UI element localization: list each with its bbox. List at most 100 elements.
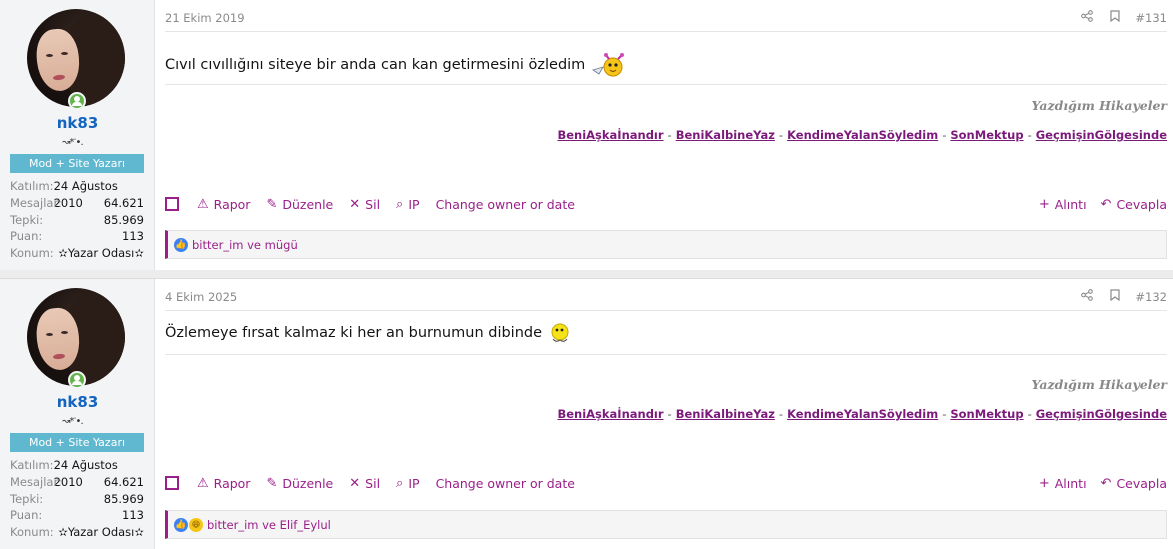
change-owner-button[interactable]: Change owner or date <box>436 197 575 212</box>
post-body: 4 Ekim 2025 #132 Özlemeye fırsat kalmaz … <box>155 279 1173 549</box>
reply-icon: ↶ <box>1100 196 1112 212</box>
signature-link[interactable]: SonMektup <box>950 128 1023 142</box>
chick-smiley-icon <box>548 321 572 345</box>
report-button[interactable]: ⚠ Rapor <box>197 197 250 212</box>
stat-value: 64.621 <box>103 195 144 210</box>
plus-icon: + <box>1038 475 1050 491</box>
signature-title: Yazdığım Hikayeler <box>1031 98 1167 113</box>
post-132: nk83 ↝*ॱ•. Mod + Site Yazarı Katılım: 24 … <box>0 278 1173 549</box>
user-panel: nk83 ↝*ॱ•. Mod + Site Yazarı Katılım: 24 … <box>0 0 155 270</box>
stat-value: 24 Ağustos 2010 <box>53 458 118 489</box>
reply-icon: ↶ <box>1100 475 1112 491</box>
post-message: Cıvıl cıvıllığını siteye bir anda can ka… <box>165 50 627 80</box>
reply-button[interactable]: ↶ Cevapla <box>1101 476 1167 491</box>
edit-label: Düzenle <box>282 475 334 491</box>
stat-value: 113 <box>122 229 144 244</box>
post-date[interactable]: 4 Ekim 2025 <box>165 290 237 304</box>
delete-label: Sil <box>365 196 381 212</box>
reactions-text[interactable]: bitter_im ve Elif_Eylul <box>207 518 331 532</box>
reactions-text[interactable]: bitter_im ve mügü <box>192 238 298 252</box>
signature-link[interactable]: BeniAşkaİnandır <box>557 407 663 421</box>
quote-label: Alıntı <box>1054 196 1087 212</box>
post-number[interactable]: #132 <box>1129 290 1167 304</box>
reply-label: Cevapla <box>1116 475 1167 491</box>
post-number[interactable]: #131 <box>1129 11 1167 25</box>
plus-icon: + <box>1038 196 1050 212</box>
change-owner-button[interactable]: Change owner or date <box>436 476 575 491</box>
quote-button[interactable]: + Alıntı <box>1039 197 1087 212</box>
stat-label: Katılım: <box>10 179 54 193</box>
change-owner-label: Change owner or date <box>435 475 575 491</box>
like-icon: 👍 <box>174 517 188 532</box>
reactions-bar[interactable]: 👍 😆 bitter_im ve Elif_Eylul <box>165 510 1167 539</box>
signature-link[interactable]: GeçmişinGölgesinde <box>1036 407 1167 421</box>
like-icon: 👍 <box>174 237 188 252</box>
pencil-icon: ✎ <box>266 475 278 491</box>
post-date[interactable]: 21 Ekim 2019 <box>165 11 245 25</box>
stat-value: 64.621 <box>103 474 144 489</box>
signature-link[interactable]: GeçmişinGölgesinde <box>1036 128 1167 142</box>
select-post-checkbox[interactable] <box>165 476 179 490</box>
warning-icon: ⚠ <box>197 475 209 491</box>
post-toolbar: #132 <box>1073 289 1167 304</box>
signature-link[interactable]: BeniKalbineYaz <box>676 128 775 142</box>
signature-link[interactable]: KendimeYalanSöyledim <box>787 407 938 421</box>
stat-value: 24 Ağustos 2010 <box>53 179 118 210</box>
close-icon: ✕ <box>349 475 361 491</box>
signature-links: BeniAşkaİnandır - BeniKalbineYaz - KendimeYa… <box>557 128 1167 142</box>
report-button[interactable]: ⚠ Rapor <box>197 476 250 491</box>
reactions-bar[interactable]: 👍 bitter_im ve mügü <box>165 230 1167 259</box>
report-label: Rapor <box>213 475 251 491</box>
warning-icon: ⚠ <box>197 196 209 212</box>
report-label: Rapor <box>213 196 251 212</box>
message-text: Özlemeye fırsat kalmaz ki her an burnumu… <box>165 325 543 341</box>
user-role-badge: Mod + Site Yazarı <box>10 154 144 173</box>
reply-button[interactable]: ↶ Cevapla <box>1101 197 1167 212</box>
stat-label: Puan: <box>10 229 43 244</box>
share-icon[interactable] <box>1073 10 1101 25</box>
haha-icon: 😆 <box>189 517 203 532</box>
delete-label: Sil <box>365 475 381 491</box>
username[interactable]: nk83 <box>0 393 155 411</box>
post-actions: ⚠ Rapor ✎ Düzenle ✕ Sil ⌕ IP Change owner or… <box>165 194 1167 214</box>
post-message: Özlemeye fırsat kalmaz ki her an burnumu… <box>165 321 572 345</box>
stat-label: Katılım: <box>10 458 54 472</box>
stat-value: 85.969 <box>103 212 144 227</box>
signature-link[interactable]: SonMektup <box>950 407 1023 421</box>
change-owner-label: Change owner or date <box>435 196 575 212</box>
quote-label: Alıntı <box>1054 475 1087 491</box>
edit-button[interactable]: ✎ Düzenle <box>266 476 333 491</box>
username[interactable]: nk83 <box>0 114 155 132</box>
stat-label: Mesajlar: <box>10 195 62 210</box>
delete-button[interactable]: ✕ Sil <box>349 197 380 212</box>
edit-label: Düzenle <box>282 196 334 212</box>
user-flair: ↝*ॱ•. <box>62 416 84 427</box>
ip-label: IP <box>408 196 420 212</box>
delete-button[interactable]: ✕ Sil <box>349 476 380 491</box>
bird-smiley-icon <box>591 50 627 80</box>
ip-button[interactable]: ⌕ IP <box>396 197 420 212</box>
signature-link[interactable]: BeniKalbineYaz <box>676 407 775 421</box>
stat-value: 85.969 <box>103 491 144 506</box>
signature-link[interactable]: KendimeYalanSöyledim <box>787 128 938 142</box>
online-status-icon <box>68 92 86 110</box>
signature-link[interactable]: BeniAşkaİnandır <box>557 128 663 142</box>
share-icon[interactable] <box>1073 289 1101 304</box>
select-post-checkbox[interactable] <box>165 197 179 211</box>
user-stats: Katılım: 24 Ağustos 2010 Mesajlar: 64.621 … <box>10 457 144 541</box>
pencil-icon: ✎ <box>266 196 278 212</box>
close-icon: ✕ <box>349 196 361 212</box>
online-status-icon <box>68 371 86 389</box>
edit-button[interactable]: ✎ Düzenle <box>266 197 333 212</box>
user-stats: Katılım: 24 Ağustos 2010 Mesajlar: 64.621 … <box>10 178 144 262</box>
stat-value: ✫Yazar Odası✫ <box>58 525 144 540</box>
stat-label: Tepki: <box>10 212 44 227</box>
post-actions: ⚠ Rapor ✎ Düzenle ✕ Sil ⌕ IP Change owner or… <box>165 473 1167 493</box>
user-flair: ↝*ॱ•. <box>62 137 84 148</box>
quote-button[interactable]: + Alıntı <box>1039 476 1087 491</box>
signature-title: Yazdığım Hikayeler <box>1031 377 1167 392</box>
bookmark-icon[interactable] <box>1101 289 1129 304</box>
post-131: nk83 ↝*ॱ•. Mod + Site Yazarı Katılım: 24 … <box>0 0 1173 270</box>
bookmark-icon[interactable] <box>1101 10 1129 25</box>
ip-button[interactable]: ⌕ IP <box>396 476 420 491</box>
